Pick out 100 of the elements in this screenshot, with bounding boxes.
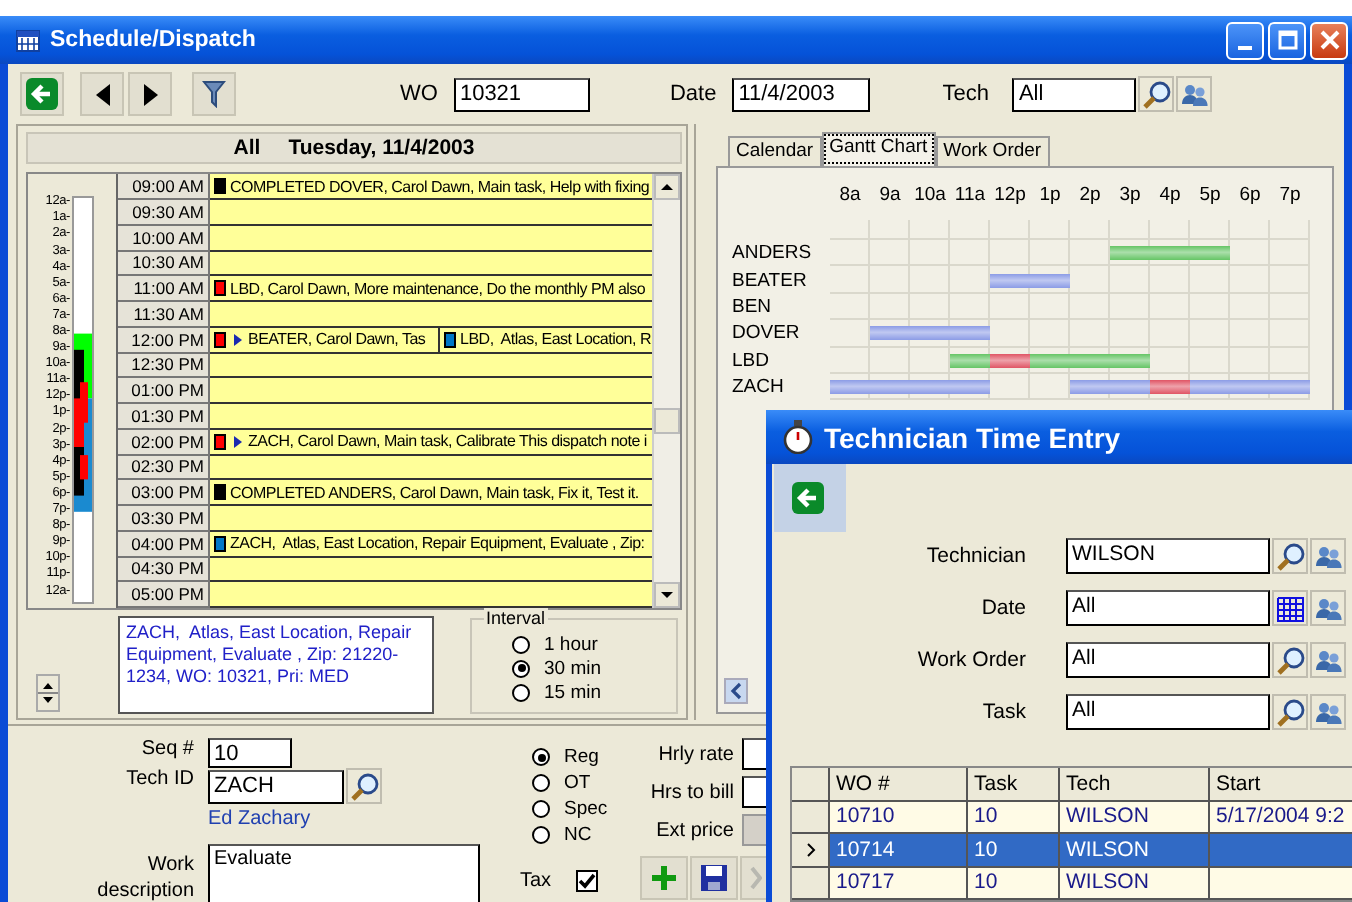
tech-field[interactable]: All bbox=[1012, 77, 1137, 111]
gantt-cell[interactable] bbox=[1030, 293, 1070, 321]
gantt-cell[interactable] bbox=[1070, 373, 1110, 401]
people-button[interactable] bbox=[1176, 76, 1213, 112]
gantt-bar[interactable] bbox=[1190, 380, 1230, 395]
radio-icon[interactable] bbox=[512, 659, 530, 677]
gantt-cell[interactable] bbox=[1230, 373, 1270, 401]
schedule-slot[interactable] bbox=[210, 200, 652, 226]
filter-field[interactable]: All bbox=[1066, 694, 1270, 730]
next-button[interactable] bbox=[128, 72, 172, 116]
gantt-cell[interactable] bbox=[1190, 347, 1230, 374]
gantt-bar[interactable] bbox=[870, 326, 910, 341]
radio-option[interactable]: 30 min bbox=[512, 656, 602, 680]
gantt-cell[interactable] bbox=[1150, 347, 1190, 374]
scroll-down-icon[interactable] bbox=[654, 582, 680, 608]
search-button[interactable] bbox=[1272, 538, 1308, 574]
gantt-cell[interactable] bbox=[1070, 266, 1110, 294]
gantt-cell[interactable] bbox=[1110, 240, 1150, 267]
gantt-cell[interactable] bbox=[1070, 320, 1110, 348]
gantt-cell[interactable] bbox=[1150, 240, 1190, 267]
gantt-cell[interactable] bbox=[1030, 373, 1070, 401]
gantt-cell[interactable] bbox=[990, 373, 1030, 401]
gantt-bar[interactable] bbox=[990, 353, 1030, 368]
filter-field[interactable]: All bbox=[1066, 590, 1270, 626]
search-button[interactable] bbox=[1272, 694, 1308, 730]
gantt-cell[interactable] bbox=[1270, 373, 1310, 401]
filter-field[interactable]: All bbox=[1066, 642, 1270, 678]
gantt-cell[interactable] bbox=[830, 373, 870, 401]
scroll-up-icon[interactable] bbox=[654, 174, 680, 201]
appointment-text[interactable]: ZACH, Carol Dawn, Main task, Calibrate This dispatch note i bbox=[248, 432, 647, 451]
gantt-cell[interactable] bbox=[910, 320, 950, 348]
gantt-cell[interactable] bbox=[870, 320, 910, 348]
gantt-cell[interactable] bbox=[1150, 373, 1190, 401]
gantt-bar[interactable] bbox=[1030, 273, 1070, 288]
schedule-slot[interactable] bbox=[210, 582, 652, 608]
radio-option[interactable]: Reg bbox=[532, 744, 648, 770]
gantt-bar[interactable] bbox=[1030, 353, 1070, 368]
wo-field[interactable]: 10321 bbox=[453, 77, 590, 111]
gantt-cell[interactable] bbox=[990, 240, 1030, 267]
gantt-cell[interactable] bbox=[1110, 320, 1150, 348]
gantt-cell[interactable] bbox=[830, 266, 870, 294]
gantt-cell[interactable] bbox=[950, 347, 990, 374]
gantt-cell[interactable] bbox=[990, 266, 1030, 294]
schedule-slot[interactable]: BEATER, Carol Dawn, Tas LBD, Atlas, East Location, R bbox=[210, 327, 652, 353]
gantt-cell[interactable] bbox=[870, 293, 910, 321]
gantt-cell[interactable] bbox=[1270, 266, 1310, 294]
seq-field[interactable]: 10 bbox=[208, 738, 292, 768]
date-field[interactable]: 11/4/2003 bbox=[732, 77, 871, 111]
tech-id-field[interactable]: ZACH bbox=[208, 769, 344, 803]
schedule-slot[interactable] bbox=[210, 557, 652, 583]
gantt-cell[interactable] bbox=[910, 347, 950, 374]
gantt-cell[interactable] bbox=[910, 240, 950, 267]
gantt-cell[interactable] bbox=[950, 293, 990, 321]
search-button[interactable] bbox=[346, 768, 382, 804]
gantt-cell[interactable] bbox=[1030, 347, 1070, 374]
gantt-bar[interactable] bbox=[1110, 380, 1150, 395]
schedule-slot[interactable] bbox=[210, 225, 652, 251]
gantt-cell[interactable] bbox=[1110, 266, 1150, 294]
tax-checkbox[interactable] bbox=[575, 870, 598, 892]
gantt-cell[interactable] bbox=[910, 293, 950, 321]
gantt-bar[interactable] bbox=[1150, 380, 1190, 395]
appointment-text[interactable]: COMPLETED ANDERS, Carol Dawn, Main task, Fix it, Test it. bbox=[230, 483, 639, 502]
schedule-slot[interactable] bbox=[210, 251, 652, 277]
schedule-slot[interactable] bbox=[210, 378, 652, 404]
gantt-cell[interactable] bbox=[1150, 320, 1190, 348]
radio-option[interactable]: 15 min bbox=[512, 680, 602, 704]
gantt-bar[interactable] bbox=[1110, 353, 1150, 368]
gantt-cell[interactable] bbox=[1030, 240, 1070, 267]
schedule-slot[interactable]: ZACH, Atlas, East Location, Repair Equipment, Evaluate , Zip: bbox=[210, 531, 652, 557]
gantt-cell[interactable] bbox=[1190, 266, 1230, 294]
back-button[interactable] bbox=[786, 476, 830, 520]
appointment-text[interactable]: LBD, Atlas, East Location, R bbox=[460, 330, 651, 349]
radio-icon[interactable] bbox=[532, 826, 550, 844]
save-button[interactable] bbox=[690, 856, 738, 900]
gantt-cell[interactable] bbox=[870, 266, 910, 294]
people-button[interactable] bbox=[1310, 694, 1346, 730]
gantt-bar[interactable] bbox=[1190, 246, 1230, 261]
gantt-bar[interactable] bbox=[830, 380, 870, 395]
gantt-cell[interactable] bbox=[990, 347, 1030, 374]
gantt-cell[interactable] bbox=[1110, 347, 1150, 374]
radio-icon[interactable] bbox=[512, 683, 530, 701]
gantt-cell[interactable] bbox=[1230, 240, 1270, 267]
gantt-cell[interactable] bbox=[1230, 320, 1270, 348]
gantt-cell[interactable] bbox=[1070, 347, 1110, 374]
gantt-cell[interactable] bbox=[1110, 373, 1150, 401]
vertical-scrollbar[interactable] bbox=[652, 174, 680, 608]
appointment-text[interactable]: BEATER, Carol Dawn, Tas bbox=[248, 330, 426, 349]
column-header[interactable]: WO # bbox=[830, 768, 968, 799]
column-header[interactable]: Task bbox=[968, 768, 1060, 799]
gantt-cell[interactable] bbox=[1270, 240, 1310, 267]
radio-option[interactable]: OT bbox=[532, 770, 648, 796]
gantt-cell[interactable] bbox=[830, 240, 870, 267]
gantt-cell[interactable] bbox=[1230, 266, 1270, 294]
radio-option[interactable]: Spec bbox=[532, 796, 648, 822]
gantt-cell[interactable] bbox=[1270, 347, 1310, 374]
spin-button[interactable] bbox=[36, 674, 60, 712]
work-description-field[interactable]: Evaluate bbox=[208, 844, 480, 902]
gantt-cell[interactable] bbox=[950, 373, 990, 401]
gantt-bar[interactable] bbox=[1110, 246, 1150, 261]
radio-icon[interactable] bbox=[512, 635, 530, 653]
